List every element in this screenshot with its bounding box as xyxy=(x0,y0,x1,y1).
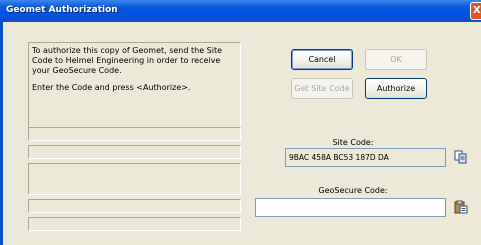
close-button[interactable]: X xyxy=(470,2,481,20)
dialog-body: To authorize this copy of Geomet, send t… xyxy=(0,22,481,245)
title-bar[interactable]: Geomet Authorization X xyxy=(0,0,481,22)
geosecure-code-label: GeoSecure Code: xyxy=(318,186,388,195)
cancel-button[interactable]: Cancel xyxy=(291,49,353,70)
status-box-1 xyxy=(28,127,241,141)
authorize-button[interactable]: Authorize xyxy=(365,78,427,99)
get-site-code-button[interactable]: Get Site Code xyxy=(291,78,353,99)
status-box-5 xyxy=(28,217,241,231)
instructions-paragraph-2: Enter the Code and press <Authorize>. xyxy=(32,83,191,92)
instructions-paragraph-1: To authorize this copy of Geomet, send t… xyxy=(32,46,223,75)
authorization-dialog: Geomet Authorization X To authorize this… xyxy=(0,0,481,245)
ok-button[interactable]: OK xyxy=(365,49,427,70)
status-box-4 xyxy=(28,199,241,213)
status-box-2 xyxy=(28,145,241,159)
site-code-label: Site Code: xyxy=(332,138,374,147)
paste-button[interactable] xyxy=(453,199,469,215)
window-title: Geomet Authorization xyxy=(6,5,118,15)
copy-icon xyxy=(454,150,467,164)
paste-icon xyxy=(454,200,468,214)
geosecure-code-input[interactable] xyxy=(255,198,446,217)
instructions-text: To authorize this copy of Geomet, send t… xyxy=(32,46,237,100)
close-icon: X xyxy=(473,5,481,16)
copy-button[interactable] xyxy=(453,149,469,165)
status-box-3 xyxy=(28,163,241,195)
site-code-field[interactable]: 9BAC 458A BC53 187D DA xyxy=(285,148,446,167)
